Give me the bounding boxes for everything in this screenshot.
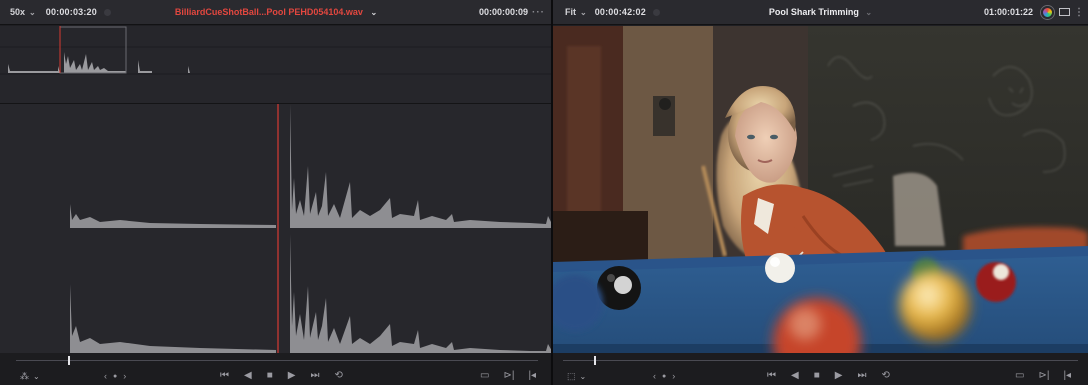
source-duration: 00:00:00:09 [478, 7, 528, 17]
source-playhead-handle[interactable] [68, 356, 71, 365]
mark-out-icon[interactable]: |◂ [1063, 371, 1071, 381]
jump-to-start-icon[interactable]: ⏮ [220, 371, 229, 381]
video-frame[interactable] [553, 26, 1088, 353]
source-zoom-dropdown[interactable]: 50x ⌄ [10, 7, 36, 17]
audio-waveform-view[interactable] [0, 104, 552, 353]
shuttle-right-icon[interactable]: › [672, 371, 675, 381]
chevron-down-icon: ⌄ [33, 371, 40, 381]
stop-icon[interactable]: ■ [814, 371, 820, 381]
clip-name[interactable]: BilliardCueShotBall...Pool PEHD054104.wa… [175, 7, 363, 17]
timeline-scrub-track[interactable] [563, 360, 1078, 361]
timeline-transport-bar: ⬚ ⌄ ‹ ● › ⏮ ◀ ■ ▶ ⏭ ⟲ ▭ ⊳| |◂ [553, 367, 1088, 385]
source-viewer: 50x ⌄ 00:00:03:20 BilliardCueShotBall...… [0, 0, 552, 385]
loop-icon[interactable]: ⟲ [881, 371, 889, 381]
chevron-down-icon: ⌄ [579, 371, 587, 381]
shuttle-center-icon[interactable]: ● [113, 373, 117, 380]
mark-out-icon[interactable]: |◂ [528, 371, 536, 381]
step-back-icon[interactable]: ◀ [791, 371, 799, 381]
timeline-viewer: Fit ⌄ 00:00:42:02 Pool Shark Trimming ⌄ … [553, 0, 1088, 385]
color-viewer-icon[interactable] [1041, 6, 1054, 19]
more-options-icon[interactable]: ⋮ [1074, 7, 1084, 18]
safe-area-toggle[interactable]: ⬚ ⌄ [567, 370, 587, 381]
app-window: 50x ⌄ 00:00:03:20 BilliardCueShotBall...… [0, 0, 1088, 385]
shuttle-control[interactable]: ‹ ● › [104, 371, 126, 381]
timeline-name[interactable]: Pool Shark Trimming [769, 7, 859, 17]
audio-scrub-toggle[interactable]: ⁂ ⌄ [20, 370, 40, 381]
source-jog-bar[interactable] [0, 353, 552, 367]
timeline-jog-bar[interactable] [553, 353, 1088, 367]
record-timecode[interactable]: 01:00:01:22 [984, 7, 1033, 17]
mark-in-icon[interactable]: ⊳| [1038, 371, 1049, 381]
shuttle-right-icon[interactable]: › [123, 371, 126, 381]
video-frame-image [553, 26, 1088, 353]
source-zoom-label: 50x [10, 7, 26, 17]
more-options-icon[interactable]: ··· [532, 7, 545, 18]
chevron-down-icon: ⌄ [29, 7, 36, 17]
audio-overview-strip[interactable] [0, 26, 552, 104]
play-icon[interactable]: ▶ [835, 371, 843, 381]
timeline-playhead-handle[interactable] [593, 356, 596, 365]
safe-area-icon: ⬚ [567, 370, 576, 381]
chevron-down-icon[interactable]: ⌄ [865, 8, 872, 17]
source-timecode[interactable]: 00:00:03:20 [46, 7, 97, 17]
waveform-icon: ⁂ [20, 370, 29, 381]
zoomed-waveform [70, 104, 552, 353]
loop-icon[interactable]: ⟲ [334, 371, 342, 381]
timeline-in-out-controls: ▭ ⊳| |◂ [1015, 371, 1071, 381]
source-transport-controls: ⏮ ◀ ■ ▶ ⏭ ⟲ [220, 371, 343, 381]
source-viewer-header: 50x ⌄ 00:00:03:20 BilliardCueShotBall...… [0, 0, 552, 25]
monitor-icon[interactable] [1059, 8, 1070, 16]
shuttle-center-icon[interactable]: ● [662, 373, 666, 380]
mark-clip-icon[interactable]: ▭ [480, 371, 489, 381]
timecode-menu-icon[interactable] [103, 8, 111, 16]
shuttle-left-icon[interactable]: ‹ [104, 371, 107, 381]
shuttle-left-icon[interactable]: ‹ [653, 371, 656, 381]
jump-to-end-icon[interactable]: ⏭ [857, 371, 866, 381]
timeline-shuttle-control[interactable]: ‹ ● › [653, 371, 675, 381]
timeline-viewer-header: Fit ⌄ 00:00:42:02 Pool Shark Trimming ⌄ … [553, 0, 1088, 25]
timeline-transport-controls: ⏮ ◀ ■ ▶ ⏭ ⟲ [767, 371, 890, 381]
chevron-down-icon[interactable]: ⌄ [370, 8, 377, 17]
mark-clip-icon[interactable]: ▭ [1015, 371, 1024, 381]
source-in-out-controls: ▭ ⊳| |◂ [480, 371, 536, 381]
step-back-icon[interactable]: ◀ [244, 371, 252, 381]
overview-waveform [0, 26, 552, 75]
play-icon[interactable]: ▶ [288, 371, 296, 381]
jump-to-end-icon[interactable]: ⏭ [310, 371, 319, 381]
source-scrub-track[interactable] [16, 360, 538, 361]
jump-to-start-icon[interactable]: ⏮ [767, 371, 776, 381]
source-transport-bar: ⁂ ⌄ ‹ ● › ⏮ ◀ ■ ▶ ⏭ ⟲ ▭ ⊳| |◂ [0, 367, 552, 385]
mark-in-icon[interactable]: ⊳| [503, 371, 514, 381]
stop-icon[interactable]: ■ [267, 371, 273, 381]
